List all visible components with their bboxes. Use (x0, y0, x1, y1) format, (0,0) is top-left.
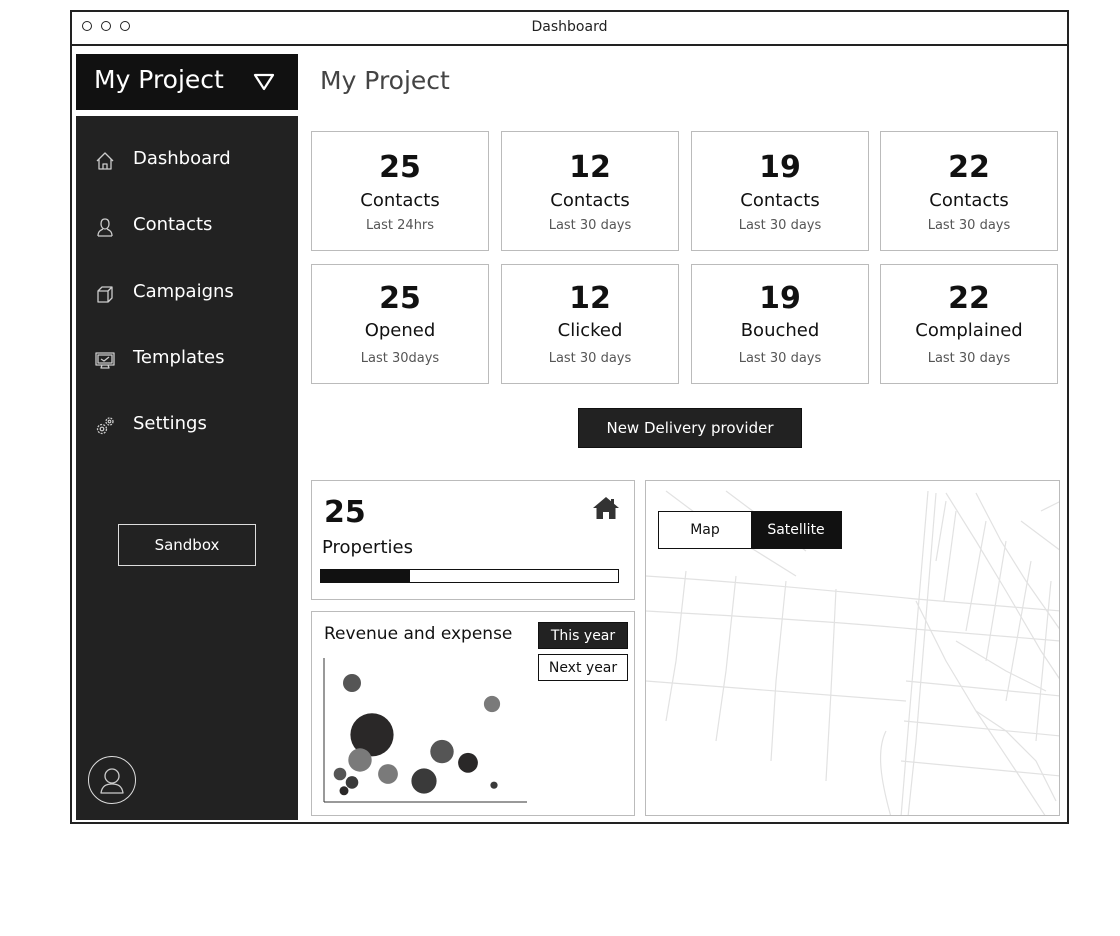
stat-label: Opened (364, 320, 436, 341)
gears-icon (96, 417, 114, 435)
next-year-toggle[interactable]: Next year (538, 654, 628, 681)
app-window: Dashboard My Project Dashboard Contacts … (70, 10, 1069, 824)
window-title: Dashboard (531, 19, 608, 35)
stat-value: 12 (569, 150, 611, 185)
stat-period: Last 30 days (927, 218, 1011, 233)
sidebar-item-dashboard[interactable]: Dashboard (76, 140, 298, 180)
stat-card[interactable]: 22 Complained Last 30 days (880, 264, 1058, 384)
stat-period: Last 30 days (738, 351, 822, 366)
stat-label: Contacts (550, 190, 630, 211)
user-icon (97, 218, 113, 237)
sidebar-item-label: Contacts (133, 214, 213, 235)
stat-label: Contacts (929, 190, 1009, 211)
stat-value: 25 (379, 150, 421, 185)
stat-card[interactable]: 25 Contacts Last 24hrs (311, 131, 489, 251)
bubble-point (343, 674, 361, 692)
this-year-toggle[interactable]: This year (538, 622, 628, 649)
bubble-point (378, 764, 398, 784)
bubble-chart (323, 658, 527, 803)
sidebar-item-templates[interactable]: Templates (76, 339, 298, 379)
stat-card[interactable]: 22 Contacts Last 30 days (880, 131, 1058, 251)
bubble-point (483, 695, 501, 713)
sidebar-item-label: Dashboard (133, 148, 231, 169)
bubble-point (490, 781, 498, 789)
chart-title: Revenue and expense (324, 624, 513, 644)
sidebar-item-settings[interactable]: Settings (76, 405, 298, 445)
stat-value: 22 (948, 281, 990, 316)
stat-period: Last 30 days (927, 351, 1011, 366)
sidebar-item-campaigns[interactable]: Campaigns (76, 273, 298, 313)
stat-card[interactable]: 12 Clicked Last 30 days (501, 264, 679, 384)
properties-progress-bar (320, 569, 619, 583)
map-type-switch: Map Satellite (658, 511, 842, 549)
user-avatar-icon (100, 768, 124, 794)
stat-label: Contacts (360, 190, 440, 211)
satellite-tab[interactable]: Satellite (751, 512, 841, 548)
house-icon (593, 497, 619, 519)
stat-value: 22 (948, 150, 990, 185)
stat-label: Complained (915, 320, 1023, 341)
stat-period: Last 24hrs (365, 218, 435, 233)
progress-fill (321, 570, 411, 582)
stat-card[interactable]: 25 Opened Last 30days (311, 264, 489, 384)
title-bar: Dashboard (72, 12, 1067, 46)
bubble-point (333, 767, 347, 781)
stat-value: 12 (569, 281, 611, 316)
sidebar-item-label: Settings (133, 413, 207, 434)
bubble-point (430, 739, 454, 764)
stat-label: Clicked (557, 320, 623, 341)
stat-label: Bouched (740, 320, 820, 341)
map-panel[interactable]: Map Satellite (645, 480, 1060, 816)
bubble-point (348, 748, 372, 772)
sandbox-button[interactable]: Sandbox (118, 524, 256, 566)
avatar[interactable] (88, 756, 136, 804)
new-delivery-provider-button[interactable]: New Delivery provider (578, 408, 802, 448)
stat-period: Last 30 days (738, 218, 822, 233)
properties-label: Properties (322, 537, 413, 558)
sidebar-item-label: Campaigns (133, 281, 234, 302)
bubble-point (345, 776, 359, 789)
stat-value: 19 (759, 150, 801, 185)
stat-period: Last 30 days (548, 218, 632, 233)
project-selector[interactable]: My Project (76, 54, 298, 110)
stat-period: Last 30days (360, 351, 440, 366)
revenue-chart-panel: Revenue and expense This year Next year (311, 611, 635, 816)
page-title: My Project (320, 66, 450, 95)
stat-card[interactable]: 19 Bouched Last 30 days (691, 264, 869, 384)
project-name: My Project (94, 65, 224, 94)
map-tab[interactable]: Map (659, 512, 751, 548)
stat-value: 25 (379, 281, 421, 316)
home-icon (96, 152, 114, 170)
properties-panel: 25 Properties (311, 480, 635, 600)
bubble-point (411, 768, 437, 794)
sidebar-item-label: Templates (133, 347, 225, 368)
stat-value: 19 (759, 281, 801, 316)
bubble-point (339, 786, 349, 796)
box-icon (97, 286, 113, 303)
properties-value: 25 (324, 495, 366, 530)
triangle-down-icon (253, 73, 275, 91)
stat-label: Contacts (740, 190, 820, 211)
monitor-icon (95, 352, 115, 369)
stat-card[interactable]: 12 Contacts Last 30 days (501, 131, 679, 251)
sidebar-item-contacts[interactable]: Contacts (76, 206, 298, 246)
sidebar: Dashboard Contacts Campaigns Templates S… (76, 116, 298, 820)
stat-period: Last 30 days (548, 351, 632, 366)
bubble-point (458, 752, 478, 773)
stat-card[interactable]: 19 Contacts Last 30 days (691, 131, 869, 251)
